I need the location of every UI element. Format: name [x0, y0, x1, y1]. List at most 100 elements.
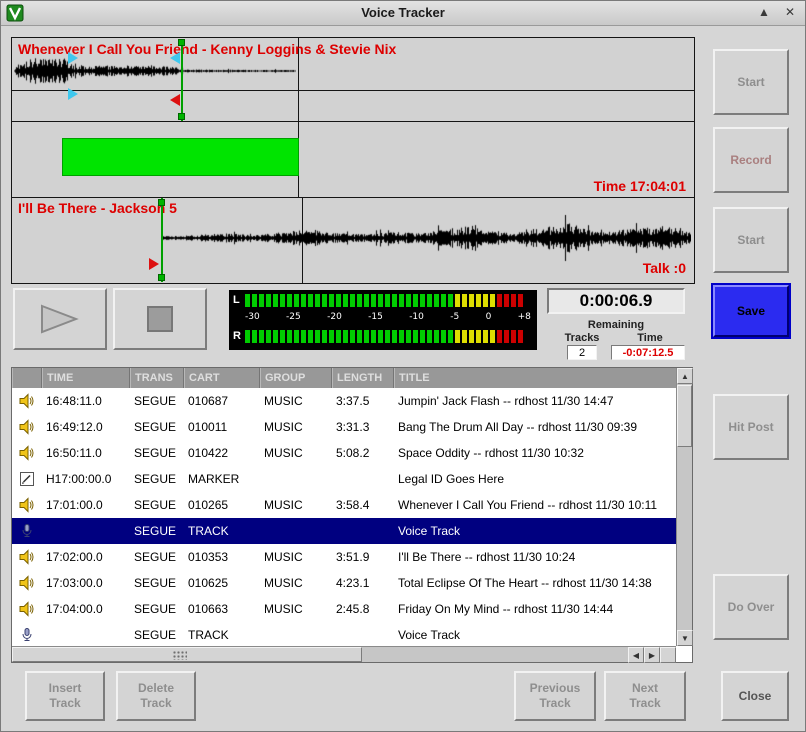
talk-readout: Talk :0	[643, 260, 686, 276]
meter-segment	[322, 330, 327, 343]
column-header-cart[interactable]: CART	[184, 368, 260, 388]
horizontal-scroll-thumb[interactable]	[12, 647, 362, 662]
cue-marker-icon[interactable]	[68, 52, 78, 64]
meter-segment	[413, 294, 418, 307]
meter-scale-label: -10	[409, 312, 424, 322]
cell-cart: 010625	[184, 576, 260, 590]
cue-marker-icon[interactable]	[170, 52, 180, 64]
vertical-scroll-thumb[interactable]	[677, 385, 692, 447]
cue-marker-icon[interactable]	[68, 88, 78, 100]
meter-segment	[427, 330, 432, 343]
cell-title: Voice Track	[394, 628, 676, 642]
cell-time: 17:04:00.0	[42, 602, 130, 616]
next-track-button[interactable]: Next Track	[604, 671, 686, 721]
shade-icon[interactable]: ▲	[755, 3, 773, 21]
meter-segment	[301, 294, 306, 307]
save-button[interactable]: Save	[713, 285, 789, 337]
column-header-trans[interactable]: TRANS	[130, 368, 184, 388]
column-header-time[interactable]: TIME	[42, 368, 130, 388]
meter-scale-label: -30	[245, 312, 260, 322]
meter-right-label: R	[233, 330, 243, 342]
log-row[interactable]: 17:04:00.0SEGUE010663MUSIC2:45.8Friday O…	[12, 596, 676, 622]
log-rows: 16:48:11.0SEGUE010687MUSIC3:37.5Jumpin' …	[12, 388, 676, 648]
previous-track-button[interactable]: Previous Track	[514, 671, 596, 721]
scroll-down-icon[interactable]: ▼	[677, 630, 693, 646]
meter-segment	[266, 330, 271, 343]
mic-icon	[12, 523, 42, 539]
scrollbar-corner	[660, 647, 676, 663]
elapsed-time-display: 0:00:06.9	[547, 288, 685, 314]
hit-post-button[interactable]: Hit Post	[713, 394, 789, 460]
play-button[interactable]	[13, 288, 107, 350]
log-row[interactable]: 17:01:00.0SEGUE010265MUSIC3:58.4Whenever…	[12, 492, 676, 518]
scroll-up-icon[interactable]: ▲	[677, 368, 693, 384]
cursor-handle-icon[interactable]	[178, 39, 185, 46]
track2-title: I'll Be There - Jackson 5	[18, 200, 177, 216]
meter-scale-label: -25	[286, 312, 301, 322]
column-header-icon[interactable]	[12, 368, 42, 388]
log-row[interactable]: 16:50:11.0SEGUE010422MUSIC5:08.2Space Od…	[12, 440, 676, 466]
track2-cursor[interactable]	[161, 198, 163, 282]
close-icon[interactable]: ✕	[781, 3, 799, 21]
start-track1-button[interactable]: Start	[713, 49, 789, 115]
log-row[interactable]: SEGUETRACKVoice Track	[12, 518, 676, 544]
cursor-handle-icon[interactable]	[158, 274, 165, 281]
column-header-title[interactable]: TITLE	[394, 368, 676, 388]
log-row[interactable]: 17:02:00.0SEGUE010353MUSIC3:51.9I'll Be …	[12, 544, 676, 570]
meter-segment	[301, 330, 306, 343]
cell-cart: 010687	[184, 394, 260, 408]
meter-segment	[357, 294, 362, 307]
cell-group: MUSIC	[260, 498, 332, 512]
cell-length: 3:31.3	[332, 420, 394, 434]
cell-length: 3:37.5	[332, 394, 394, 408]
cell-length: 3:51.9	[332, 550, 394, 564]
start-marker-icon[interactable]	[170, 94, 180, 106]
cursor-handle-icon[interactable]	[178, 113, 185, 120]
log-row[interactable]: 16:49:12.0SEGUE010011MUSIC3:31.3Bang The…	[12, 414, 676, 440]
meter-segment	[245, 294, 250, 307]
meter-segment	[462, 330, 467, 343]
remaining-label: Remaining	[547, 319, 685, 331]
titlebar[interactable]: Voice Tracker ▲ ✕	[1, 1, 805, 26]
track1-waveform[interactable]	[14, 53, 296, 89]
insert-track-button[interactable]: Insert Track	[25, 671, 105, 721]
cell-cart: MARKER	[184, 472, 260, 486]
meter-segment	[287, 330, 292, 343]
start-marker-icon[interactable]	[149, 258, 159, 270]
cell-group: MUSIC	[260, 602, 332, 616]
log-row[interactable]: H17:00:00.0SEGUEMARKERLegal ID Goes Here	[12, 466, 676, 492]
cell-title: Bang The Drum All Day -- rdhost 11/30 09…	[394, 420, 676, 434]
track1-cursor[interactable]	[181, 39, 183, 121]
cell-title: Friday On My Mind -- rdhost 11/30 14:44	[394, 602, 676, 616]
remaining-tracks-value: 2	[567, 345, 597, 360]
column-header-group[interactable]: GROUP	[260, 368, 332, 388]
log-row[interactable]: 16:48:11.0SEGUE010687MUSIC3:37.5Jumpin' …	[12, 388, 676, 414]
do-over-button[interactable]: Do Over	[713, 574, 789, 640]
voicetrack-region-bar[interactable]	[62, 138, 299, 176]
scroll-right-icon[interactable]: ▶	[644, 647, 660, 663]
cell-cart: 010011	[184, 420, 260, 434]
cell-length: 4:23.1	[332, 576, 394, 590]
meter-segment	[308, 330, 313, 343]
cursor-handle-icon[interactable]	[158, 199, 165, 206]
stop-button[interactable]	[113, 288, 207, 350]
cell-title: Space Oddity -- rdhost 11/30 10:32	[394, 446, 676, 460]
meter-segment	[364, 330, 369, 343]
horizontal-scrollbar[interactable]: ◀ ▶	[12, 646, 676, 662]
log-row[interactable]: SEGUETRACKVoice Track	[12, 622, 676, 648]
delete-track-button[interactable]: Delete Track	[116, 671, 196, 721]
close-button[interactable]: Close	[721, 671, 789, 721]
cell-trans: SEGUE	[130, 498, 184, 512]
editor-divider	[12, 121, 694, 122]
record-button[interactable]: Record	[713, 127, 789, 193]
column-header-length[interactable]: LENGTH	[332, 368, 394, 388]
meter-segment	[427, 294, 432, 307]
speaker-icon	[12, 575, 42, 591]
start-track2-button[interactable]: Start	[713, 207, 789, 273]
scroll-left-icon[interactable]: ◀	[628, 647, 644, 663]
log-row[interactable]: 17:03:00.0SEGUE010625MUSIC4:23.1Total Ec…	[12, 570, 676, 596]
meter-segment	[518, 294, 523, 307]
vertical-scrollbar[interactable]: ▲ ▼	[676, 368, 692, 646]
track2-waveform[interactable]	[163, 214, 691, 262]
meter-segment	[455, 330, 460, 343]
